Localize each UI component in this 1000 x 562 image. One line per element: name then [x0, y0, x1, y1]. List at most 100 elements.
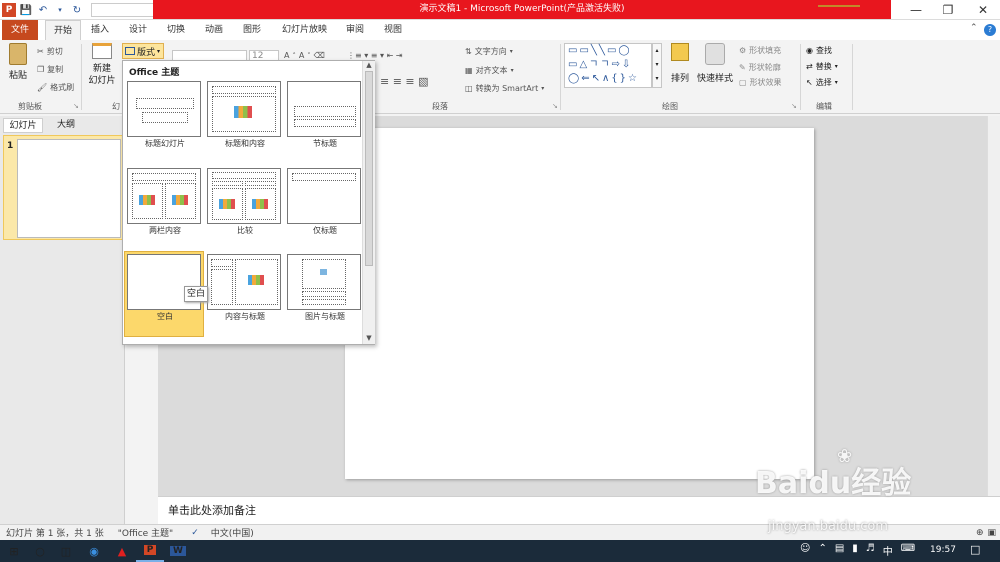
smartart-button[interactable]: ◫ 转换为 SmartArt ▾: [465, 83, 544, 94]
notifications-icon[interactable]: □: [970, 543, 980, 556]
shapes-gallery[interactable]: ▭▭╲╲▭◯ ▭△ㄱㄱ⇨⇩ ◯⇐↖∧{}☆: [564, 43, 652, 88]
save-icon[interactable]: 💾: [19, 3, 33, 17]
tab-view[interactable]: 视图: [376, 20, 410, 40]
scroll-thumb[interactable]: [365, 71, 373, 266]
align-text-label: 对齐文本: [475, 66, 508, 75]
alignment-icons[interactable]: ≡ ≡ ≡ ▧: [380, 75, 429, 88]
content-placeholder-icon: [172, 195, 188, 205]
drawing-group-label: 绘图: [662, 102, 678, 111]
bullets-icon[interactable]: ⋮≡ ▾ ≡ ▾ ⇤ ⇥: [347, 51, 403, 60]
qat-field[interactable]: [91, 3, 161, 17]
task-view-icon[interactable]: ◫: [52, 540, 80, 562]
pdf-icon[interactable]: ▲: [108, 540, 136, 562]
restore-button[interactable]: ❐: [931, 0, 965, 20]
layout-menu-scrollbar[interactable]: ▲ ▼: [362, 61, 375, 344]
scroll-down-icon[interactable]: ▼: [363, 334, 375, 342]
tab-insert[interactable]: 插入: [83, 20, 117, 40]
scroll-up-icon[interactable]: ▲: [363, 61, 375, 69]
clipboard-group-label: 剪贴板: [18, 102, 42, 111]
word-taskbar-icon[interactable]: W: [164, 540, 192, 562]
find-button[interactable]: ◉ 查找: [806, 45, 832, 56]
word-icon: W: [170, 546, 186, 556]
user-icon[interactable]: ☺: [800, 543, 810, 558]
undo-icon[interactable]: ↶: [36, 3, 50, 17]
tab-design[interactable]: 设计: [121, 20, 155, 40]
layout-thumbnail: [127, 168, 201, 224]
layout-button[interactable]: 版式 ▾: [122, 43, 164, 59]
arrange-button[interactable]: 排列: [667, 43, 693, 84]
language: 中文(中国): [210, 529, 254, 539]
undo-dropdown-icon[interactable]: ▾: [53, 3, 67, 17]
spellcheck-icon[interactable]: ✓: [191, 528, 199, 538]
layout-item-content-caption[interactable]: 内容与标题: [205, 253, 283, 325]
tab-slides-panel[interactable]: 幻灯片: [3, 118, 43, 133]
select-button[interactable]: ↖ 选择 ▾: [806, 77, 838, 88]
shape-effects-button[interactable]: ▢ 形状效果: [739, 77, 782, 88]
layout-label: 仅标题: [313, 226, 337, 235]
minimize-ribbon-icon[interactable]: ⌃: [970, 23, 978, 33]
tab-review[interactable]: 审阅: [338, 20, 372, 40]
search-icon[interactable]: ○: [26, 540, 54, 562]
layout-label: 空白: [157, 312, 173, 321]
text-direction-button[interactable]: ⇅ 文字方向 ▾: [465, 46, 513, 57]
powerpoint-taskbar-icon[interactable]: P: [136, 540, 164, 562]
layout-label: 内容与标题: [225, 312, 265, 321]
clock[interactable]: 19:57: [930, 545, 956, 555]
layout-item-picture-caption[interactable]: 图片与标题: [285, 253, 363, 325]
tab-animations[interactable]: 动画: [197, 20, 231, 40]
layout-label: 比较: [237, 226, 253, 235]
close-button[interactable]: ✕: [966, 0, 1000, 20]
layout-icon: [125, 47, 135, 55]
battery-icon[interactable]: ▮: [852, 543, 858, 558]
paw-icon: ❀: [837, 446, 853, 467]
zoom-in-icon[interactable]: ⊕: [976, 528, 984, 538]
ime-indicator[interactable]: 中: [883, 543, 893, 558]
layout-item-title-only[interactable]: 仅标题: [285, 167, 363, 239]
network-icon[interactable]: ▤: [835, 543, 844, 558]
font-grow-shrink-icons[interactable]: A ˄ A ˅ ⌫: [284, 51, 325, 60]
cut-button[interactable]: ✂ 剪切: [37, 46, 63, 57]
copy-button[interactable]: ❐ 复制: [37, 64, 63, 75]
slide-canvas[interactable]: [345, 128, 814, 479]
drawing-launcher-icon[interactable]: ↘: [791, 102, 797, 110]
browser-icon[interactable]: ◉: [80, 540, 108, 562]
tab-slideshow[interactable]: 幻灯片放映: [274, 20, 335, 40]
help-icon[interactable]: ?: [984, 24, 996, 36]
volume-icon[interactable]: ♬: [866, 543, 875, 558]
watermark-url: jingyan.baidu.com: [768, 519, 888, 534]
redo-icon[interactable]: ↻: [70, 3, 84, 17]
tab-transitions[interactable]: 切换: [159, 20, 193, 40]
layout-item-title-slide[interactable]: 标题幻灯片: [125, 80, 203, 152]
quick-styles-button[interactable]: 快速样式: [697, 43, 733, 84]
vertical-scrollbar[interactable]: [987, 116, 1000, 496]
start-icon[interactable]: ⊞: [0, 540, 28, 562]
slide-thumbnail[interactable]: [17, 139, 121, 238]
layout-thumbnail: [287, 168, 361, 224]
tab-home[interactable]: 开始: [45, 20, 82, 40]
fit-slide-icon[interactable]: ▣: [987, 528, 996, 538]
tab-graphics[interactable]: 图形: [235, 20, 269, 40]
tab-outline-panel[interactable]: 大纲: [46, 118, 86, 133]
shape-outline-button[interactable]: ✎ 形状轮廓: [739, 62, 781, 73]
format-painter-button[interactable]: 🖌 格式刷: [37, 82, 74, 93]
layout-item-section-header[interactable]: 节标题: [285, 80, 363, 152]
clipboard-launcher-icon[interactable]: ↘: [73, 102, 79, 110]
paragraph-launcher-icon[interactable]: ↘: [552, 102, 558, 110]
shapes-scroll[interactable]: ▴ ▾ ▾: [652, 43, 662, 88]
paste-button[interactable]: 粘贴: [5, 43, 31, 85]
shape-fill-button[interactable]: ⚙ 形状填充: [739, 45, 781, 56]
replace-button[interactable]: ⇄ 替换 ▾: [806, 61, 838, 72]
smartart-label: 转换为 SmartArt: [475, 84, 539, 93]
layout-item-comparison[interactable]: 比较: [205, 167, 283, 239]
layout-item-two-content[interactable]: 两栏内容: [125, 167, 203, 239]
layout-item-title-content[interactable]: 标题和内容: [205, 80, 283, 152]
layout-thumbnail: [207, 254, 281, 310]
chevron-up-icon[interactable]: ⌃: [818, 543, 826, 558]
minimize-button[interactable]: —: [899, 0, 933, 20]
align-text-button[interactable]: ▦ 对齐文本 ▾: [465, 65, 514, 76]
tab-file[interactable]: 文件: [2, 20, 38, 40]
theme-name: "Office 主题": [117, 529, 174, 539]
keyboard-icon[interactable]: ⌨: [901, 543, 915, 558]
layout-menu-title: Office 主题: [123, 61, 361, 79]
new-slide-button[interactable]: 新建 幻灯片: [86, 43, 118, 93]
